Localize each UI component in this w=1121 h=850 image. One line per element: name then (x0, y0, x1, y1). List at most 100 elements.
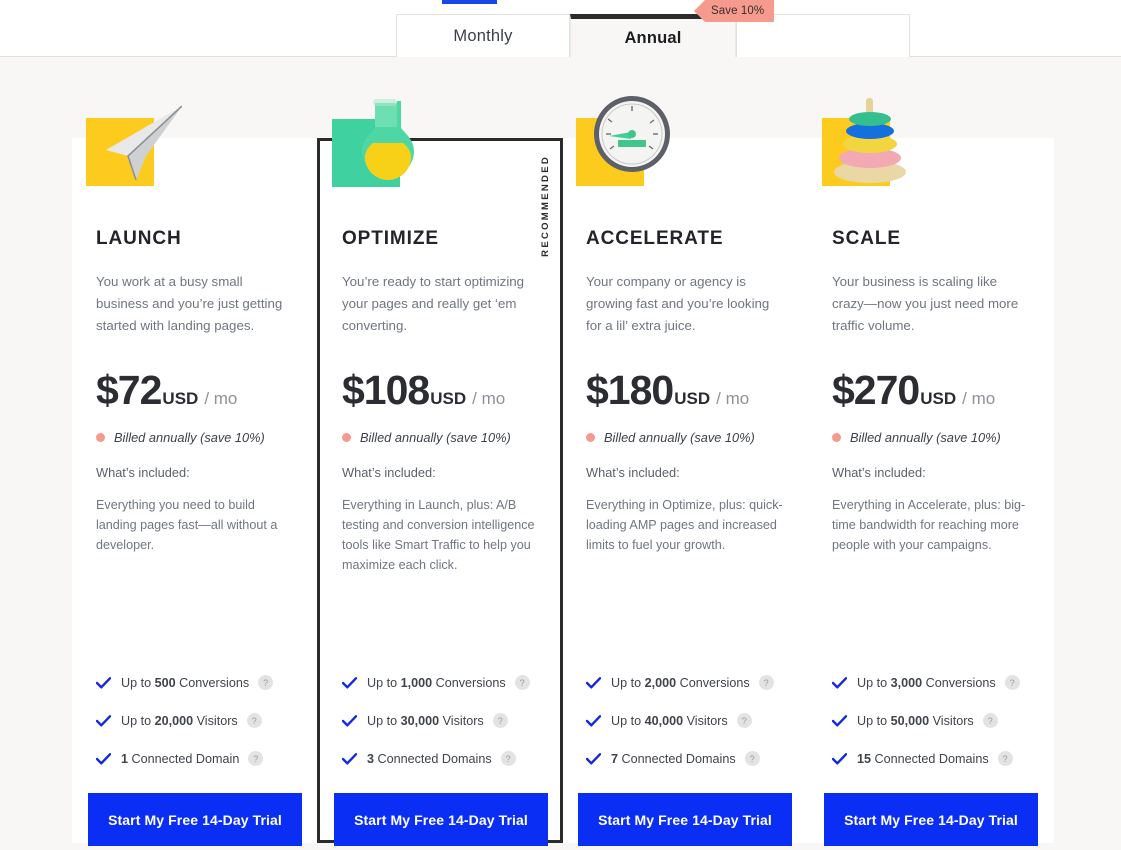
feature-suffix: Visitors (929, 713, 974, 728)
feature-prefix: Up to (121, 675, 155, 690)
speedometer-icon (594, 96, 670, 172)
price-currency: USD (162, 389, 199, 408)
feature-suffix: Conversions (922, 675, 996, 690)
price-period: / mo (716, 389, 750, 408)
feature-label: Up to 2,000 Conversions (611, 676, 750, 690)
feature-help-icon[interactable]: ? (758, 675, 774, 690)
feature-suffix: Connected Domains (374, 751, 492, 766)
pricing-card-list: LAUNCH You work at a busy small business … (72, 96, 1054, 846)
checkmark-icon (342, 676, 357, 689)
feature-value: 2,000 (644, 675, 677, 690)
feature-list: Up to 1,000 Conversions? Up to 30,000 Vis… (342, 675, 556, 789)
checkmark-icon (96, 752, 111, 765)
bullet-dot-icon (96, 433, 105, 442)
feature-prefix: Up to (857, 713, 891, 728)
feature-prefix: Up to (611, 675, 645, 690)
checkmark-icon (832, 676, 847, 689)
feature-suffix: Visitors (439, 713, 484, 728)
start-trial-button[interactable]: Start My Free 14-Day Trial (334, 793, 548, 846)
feature-value: 30,000 (400, 713, 440, 728)
feature-label: Up to 20,000 Visitors (121, 714, 238, 728)
feature-suffix: Connected Domain (128, 751, 240, 766)
plan-name: LAUNCH (96, 228, 182, 249)
feature-prefix: Up to (121, 713, 155, 728)
plan-hero-icon (86, 94, 182, 190)
billing-note: Billed annually (save 10%) (586, 430, 784, 445)
paper-plane-icon (106, 105, 182, 181)
recommended-badge: RECOMMENDED (540, 155, 551, 257)
start-trial-button[interactable]: Start My Free 14-Day Trial (578, 793, 792, 846)
feature-help-icon[interactable]: ? (500, 751, 516, 766)
feature-row: 15 Connected Domains? (832, 751, 1046, 766)
plan-description: Your company or agency is growing fast a… (586, 274, 770, 333)
bullet-dot-icon (832, 433, 841, 442)
feature-prefix: Up to (611, 713, 645, 728)
feature-suffix: Visitors (193, 713, 238, 728)
price-currency: USD (430, 389, 467, 408)
plan-name: SCALE (832, 228, 901, 249)
feature-row: Up to 50,000 Visitors? (832, 713, 1046, 728)
feature-row: 7 Connected Domains? (586, 751, 800, 766)
feature-value: 1,000 (400, 675, 433, 690)
plan-price: $108 USD / mo (342, 370, 538, 411)
tab-annual-label: Annual (624, 28, 682, 47)
tab-monthly[interactable]: Monthly (396, 14, 570, 57)
save-badge-label: Save 10% (711, 5, 765, 17)
feature-row: Up to 3,000 Conversions? (832, 675, 1046, 690)
plan-hero-icon (822, 94, 918, 190)
start-trial-button[interactable]: Start My Free 14-Day Trial (88, 793, 302, 846)
plan-name: ACCELERATE (586, 228, 724, 249)
included-text: Everything in Launch, plus: A/B testing … (342, 498, 535, 572)
feature-help-icon[interactable]: ? (982, 713, 998, 728)
included-text: Everything in Accelerate, plus: big-time… (832, 498, 1026, 552)
pricing-card-launch: LAUNCH You work at a busy small business … (72, 105, 318, 846)
feature-help-icon[interactable]: ? (514, 675, 530, 690)
feature-help-icon[interactable]: ? (997, 751, 1013, 766)
tab-monthly-label: Monthly (453, 26, 513, 45)
plan-price: $270 USD / mo (832, 370, 1030, 411)
plan-name: OPTIMIZE (342, 228, 439, 249)
feature-row: Up to 500 Conversions? (96, 675, 310, 690)
feature-suffix: Connected Domains (871, 751, 989, 766)
feature-help-icon[interactable]: ? (736, 713, 752, 728)
feature-value: 15 (857, 751, 872, 766)
feature-help-icon[interactable]: ? (246, 713, 262, 728)
price-amount: $270 (832, 367, 920, 413)
price-amount: $108 (342, 367, 430, 413)
pricing-card-accelerate: ACCELERATE Your company or agency is grow… (562, 96, 808, 846)
checkmark-icon (586, 714, 601, 727)
feature-help-icon[interactable]: ? (258, 675, 274, 690)
feature-label: 15 Connected Domains (857, 752, 989, 766)
billing-tabs: Monthly Annual (396, 14, 910, 57)
feature-row: 3 Connected Domains? (342, 751, 556, 766)
pricing-page: LAUNCH You work at a busy small business … (0, 57, 1121, 850)
feature-label: 1 Connected Domain (121, 752, 239, 766)
feature-row: Up to 1,000 Conversions? (342, 675, 556, 690)
feature-help-icon[interactable]: ? (744, 751, 760, 766)
billing-note: Billed annually (save 10%) (96, 430, 294, 445)
plan-description: You’re ready to start optimizing your pa… (342, 274, 525, 333)
billing-note-label: Billed annually (save 10%) (114, 430, 265, 445)
included-text: Everything you need to build landing pag… (96, 498, 278, 552)
billing-note-label: Billed annually (save 10%) (850, 430, 1001, 445)
feature-help-icon[interactable]: ? (248, 751, 264, 766)
price-amount: $180 (586, 367, 674, 413)
price-period: / mo (472, 389, 506, 408)
price-amount: $72 (96, 367, 162, 413)
included-label: What’s included: (832, 465, 926, 480)
feature-suffix: Visitors (683, 713, 728, 728)
checkmark-icon (832, 752, 847, 765)
active-indicator-bar (442, 0, 497, 4)
feature-value: 1 (121, 751, 129, 766)
start-trial-button[interactable]: Start My Free 14-Day Trial (824, 793, 1038, 846)
feature-row: Up to 40,000 Visitors? (586, 713, 800, 728)
plan-hero-icon (332, 95, 428, 191)
feature-help-icon[interactable]: ? (1004, 675, 1020, 690)
bullet-dot-icon (342, 433, 351, 442)
feature-value: 20,000 (154, 713, 194, 728)
feature-list: Up to 2,000 Conversions? Up to 40,000 Vis… (586, 675, 800, 789)
feature-help-icon[interactable]: ? (492, 713, 508, 728)
flask-icon (362, 99, 414, 180)
feature-value: 500 (154, 675, 176, 690)
checkmark-icon (96, 714, 111, 727)
